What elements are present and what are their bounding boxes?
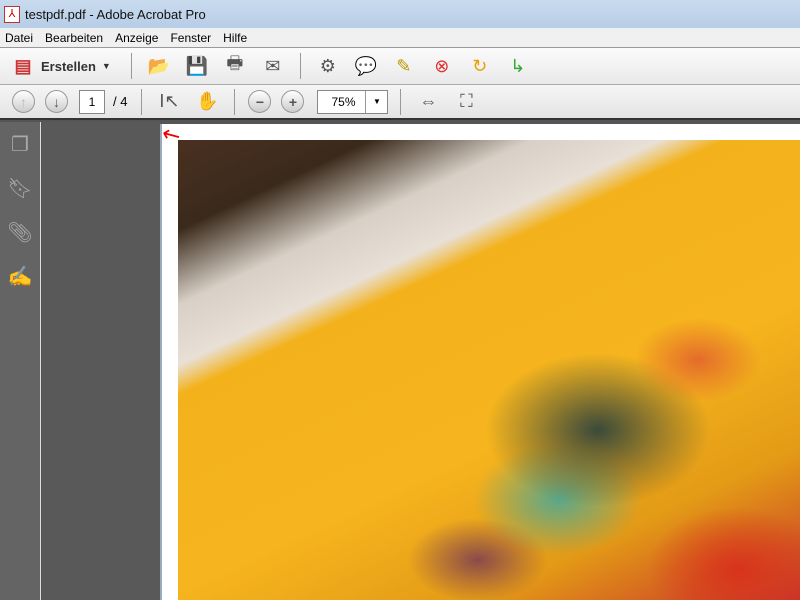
navigation-toolbar: ↑ ↓ 1 / 4 I↖ ✋ − + 75% ▼ ⇔ ⛶ xyxy=(0,85,800,120)
pdf-icon: ⅄ xyxy=(4,5,20,23)
email-icon[interactable]: ✉ xyxy=(260,54,286,78)
page-number-input[interactable]: 1 xyxy=(79,89,105,114)
separator xyxy=(234,88,236,115)
signature-icon[interactable]: ✍ xyxy=(0,254,40,298)
side-panel xyxy=(42,122,160,600)
create-icon: ▤ xyxy=(14,55,32,76)
create-button[interactable]: ▤ Erstellen ▼ xyxy=(10,54,111,78)
open-icon[interactable]: 📂 xyxy=(146,54,172,78)
save-icon[interactable]: 💾 xyxy=(184,54,210,78)
zoom-in-button[interactable]: + xyxy=(281,90,305,113)
page-total: / 4 xyxy=(113,94,128,109)
fit-width-icon[interactable]: ⇔ xyxy=(415,90,441,114)
menu-datei[interactable]: Datei xyxy=(0,31,40,45)
bookmark-icon[interactable]: 🔖︎ xyxy=(0,166,40,210)
comment-icon[interactable]: 💬 xyxy=(353,54,379,78)
menu-bearbeiten[interactable]: Bearbeiten xyxy=(40,31,110,45)
attachment-icon[interactable]: 📎︎ xyxy=(0,210,40,254)
previous-page-button[interactable]: ↑ xyxy=(12,90,35,113)
zoom-value: 75% xyxy=(331,94,356,109)
delete-page-icon[interactable]: ⊗ xyxy=(429,54,455,78)
menu-anzeige[interactable]: Anzeige xyxy=(110,31,165,45)
zoom-select[interactable]: 75% ▼ xyxy=(317,89,389,114)
fit-page-icon[interactable]: ⛶ xyxy=(453,90,479,114)
chevron-down-icon[interactable]: ▼ xyxy=(365,90,387,113)
print-icon[interactable]: 🖶 xyxy=(222,53,248,78)
menu-bar: Datei Bearbeiten Anzeige Fenster Hilfe xyxy=(0,28,800,47)
navigation-pane-strip: ❐ 🔖︎ 📎︎ ✍ xyxy=(0,122,41,600)
page-photo xyxy=(178,140,800,600)
select-tool-icon[interactable]: I↖ xyxy=(156,90,182,114)
title-bar: ⅄ testpdf.pdf - Adobe Acrobat Pro xyxy=(0,0,800,28)
create-label: Erstellen xyxy=(41,58,96,74)
menu-hilfe[interactable]: Hilfe xyxy=(218,31,254,45)
pages-icon[interactable]: ❐ xyxy=(0,122,40,166)
rotate-page-icon[interactable]: ↻ xyxy=(467,54,493,78)
next-page-button[interactable]: ↓ xyxy=(45,90,68,113)
extract-page-icon[interactable]: ↳ xyxy=(505,54,531,78)
hand-tool-icon[interactable]: ✋ xyxy=(194,90,220,114)
text-edit-icon[interactable]: ✎ xyxy=(391,54,417,78)
separator xyxy=(299,53,301,79)
separator xyxy=(141,88,143,115)
main-toolbar: ▤ Erstellen ▼ 📂 💾 🖶 ✉ ⚙ 💬 ✎ ⊗ ↻ ↳ xyxy=(0,47,800,85)
menu-fenster[interactable]: Fenster xyxy=(165,31,218,45)
separator xyxy=(400,88,402,115)
chevron-down-icon: ▼ xyxy=(101,61,111,71)
gear-icon[interactable]: ⚙ xyxy=(315,54,341,78)
separator xyxy=(130,53,132,79)
window-title: testpdf.pdf - Adobe Acrobat Pro xyxy=(25,6,206,22)
zoom-out-button[interactable]: − xyxy=(248,90,272,113)
